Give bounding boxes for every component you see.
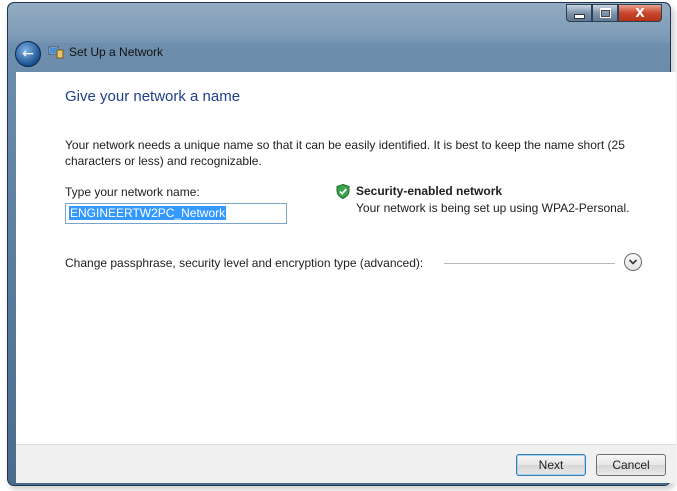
window-title: Set Up a Network xyxy=(69,45,164,59)
security-status-title: Security-enabled network xyxy=(356,184,503,198)
back-arrow-icon: ← xyxy=(22,46,34,62)
close-button[interactable]: X xyxy=(618,4,662,22)
network-setup-icon xyxy=(48,46,64,59)
page-heading: Give your network a name xyxy=(65,88,241,105)
next-button[interactable]: Next xyxy=(516,454,586,476)
advanced-expand-button[interactable] xyxy=(624,253,642,271)
advanced-divider xyxy=(444,263,615,264)
cancel-button[interactable]: Cancel xyxy=(596,454,666,476)
maximize-icon xyxy=(599,8,611,18)
wizard-footer: Next Cancel xyxy=(16,444,676,483)
network-name-value: ENGINEERTW2PC_Network xyxy=(69,206,227,220)
network-name-label: Type your network name: xyxy=(65,185,200,199)
minimize-button[interactable] xyxy=(566,4,592,22)
shield-check-icon xyxy=(336,184,350,199)
back-button[interactable]: ← xyxy=(15,41,41,67)
minimize-icon xyxy=(573,14,585,19)
maximize-button[interactable] xyxy=(592,4,618,22)
security-status-detail: Your network is being set up using WPA2-… xyxy=(356,201,630,215)
chevron-down-icon xyxy=(628,259,638,265)
close-icon: X xyxy=(635,6,645,20)
wizard-content: Give your network a name Your network ne… xyxy=(16,72,676,444)
advanced-options-label: Change passphrase, security level and en… xyxy=(65,256,424,270)
caption-buttons: X xyxy=(566,4,662,22)
page-description: Your network needs a unique name so that… xyxy=(65,138,625,168)
network-name-input[interactable]: ENGINEERTW2PC_Network xyxy=(65,203,287,224)
